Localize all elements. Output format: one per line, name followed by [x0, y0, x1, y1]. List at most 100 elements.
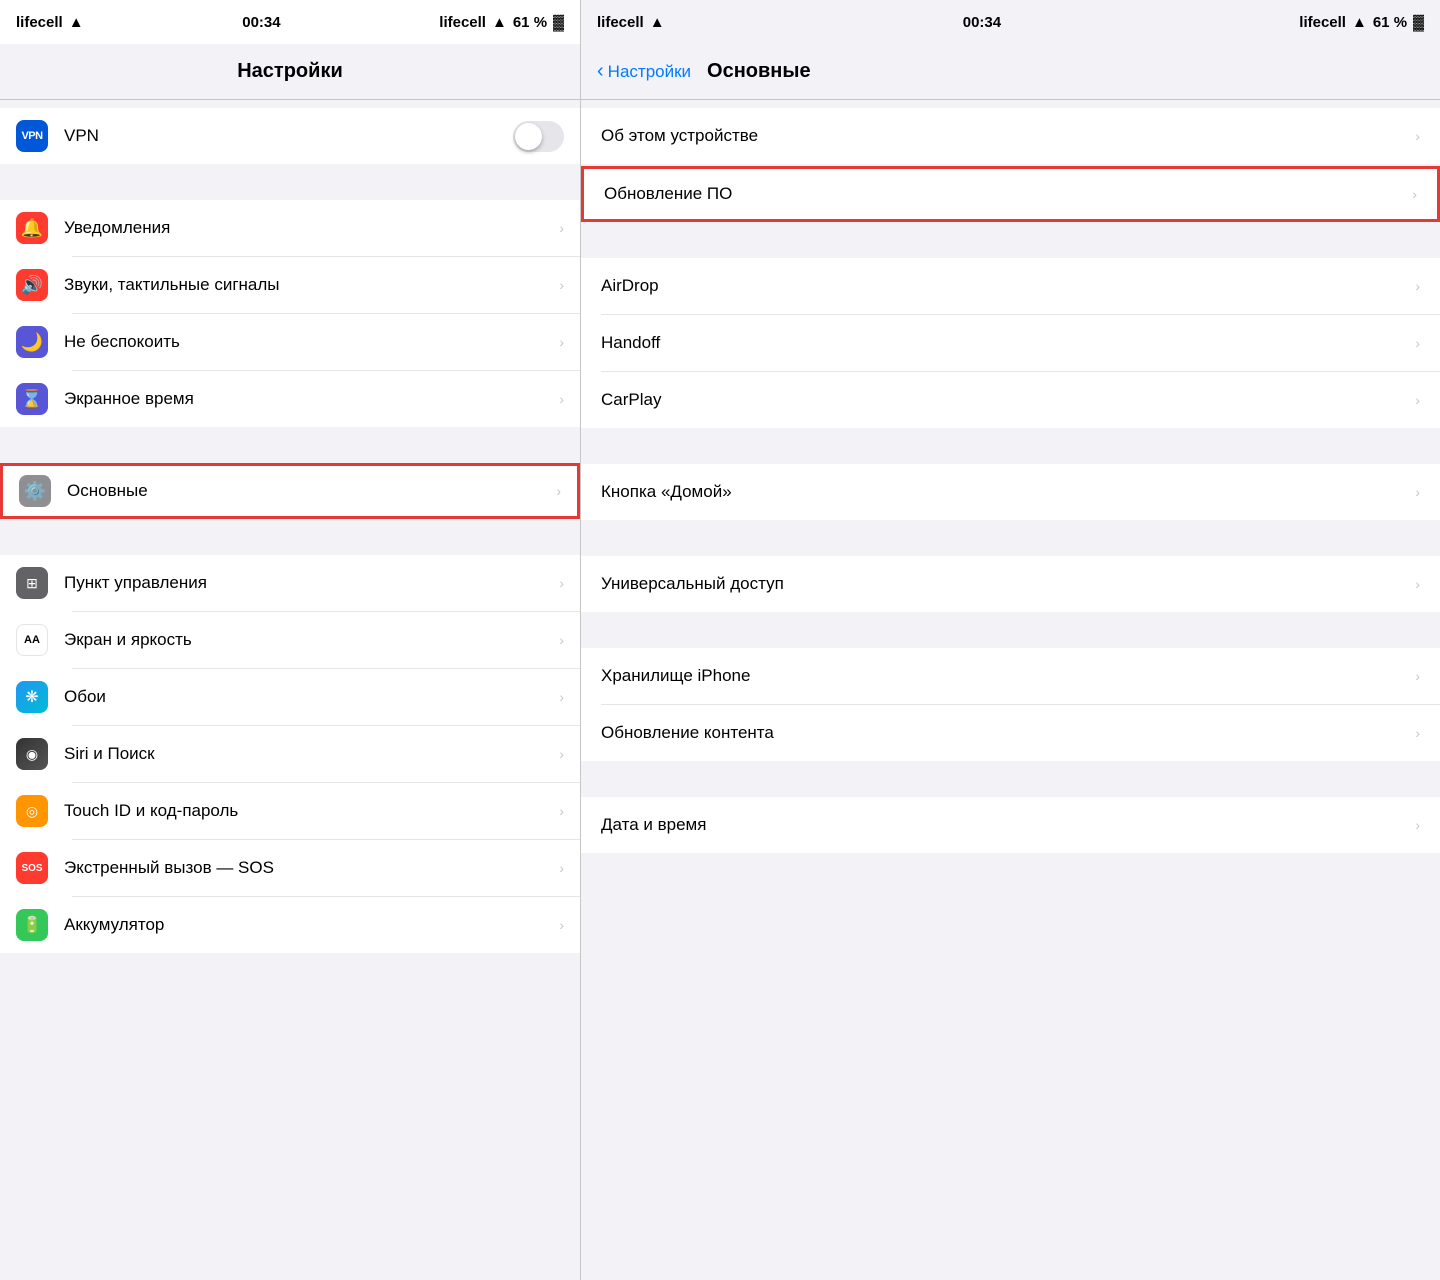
left-nav-bar: Настройки [0, 44, 580, 100]
settings-row-sounds[interactable]: 🔊 Звуки, тактильные сигналы › [0, 257, 580, 313]
left-carrier: lifecell [16, 14, 63, 31]
general-group: ⚙️ Основные › [0, 463, 580, 519]
right-update-group: Обновление ПО › [581, 166, 1440, 222]
settings-row-controlcenter[interactable]: ⊞ Пункт управления › [0, 555, 580, 611]
right-row-contentupdate[interactable]: Обновление контента › [581, 705, 1440, 761]
siri-icon: ◉ [16, 738, 48, 770]
right-about-chevron: › [1415, 128, 1420, 144]
left-panel: lifecell ▲ 00:34 lifecell ▲ 61 % ▓ Настр… [0, 0, 580, 1280]
sos-chevron: › [559, 860, 564, 876]
general-icon: ⚙️ [19, 475, 51, 507]
touchid-label: Touch ID и код-пароль [64, 801, 551, 821]
settings-row-wallpaper[interactable]: ❋ Обои › [0, 669, 580, 725]
right-homebutton-label: Кнопка «Домой» [601, 482, 1415, 502]
screentime-icon: ⌛ [16, 383, 48, 415]
right-contentupdate-chevron: › [1415, 725, 1420, 741]
touchid-icon: ◎ [16, 795, 48, 827]
right-sep-2 [581, 222, 1440, 258]
right-airdrop-label: AirDrop [601, 276, 1415, 296]
right-update-chevron: › [1412, 186, 1417, 202]
back-button[interactable]: ‹ Настройки [597, 60, 691, 83]
display-label: Экран и яркость [64, 630, 551, 650]
donotdisturb-icon: 🌙 [16, 326, 48, 358]
notifications-label: Уведомления [64, 218, 551, 238]
right-status-time: 00:34 [963, 14, 1001, 31]
right-carrier2: lifecell [1299, 14, 1346, 31]
right-wifi-icon: ▲ [650, 14, 665, 31]
right-status-left: lifecell ▲ [597, 14, 665, 31]
right-contentupdate-label: Обновление контента [601, 723, 1415, 743]
right-sep-4 [581, 520, 1440, 556]
general-label: Основные [67, 481, 548, 501]
right-row-accessibility[interactable]: Универсальный доступ › [581, 556, 1440, 612]
right-battery-icon: ▓ [1413, 14, 1424, 31]
settings-row-touchid[interactable]: ◎ Touch ID и код-пароль › [0, 783, 580, 839]
screentime-label: Экранное время [64, 389, 551, 409]
settings-row-siri[interactable]: ◉ Siri и Поиск › [0, 726, 580, 782]
left-wifi-icon2: ▲ [492, 14, 507, 31]
donotdisturb-chevron: › [559, 334, 564, 350]
right-storage-group: Хранилище iPhone › Обновление контента › [581, 648, 1440, 761]
right-row-carplay[interactable]: CarPlay › [581, 372, 1440, 428]
right-row-storage[interactable]: Хранилище iPhone › [581, 648, 1440, 704]
display-icon: AA [16, 624, 48, 656]
right-accessibility-chevron: › [1415, 576, 1420, 592]
touchid-chevron: › [559, 803, 564, 819]
more-group: ⊞ Пункт управления › AA Экран и яркость … [0, 555, 580, 953]
right-storage-chevron: › [1415, 668, 1420, 684]
right-row-handoff[interactable]: Handoff › [581, 315, 1440, 371]
right-datetime-label: Дата и время [601, 815, 1415, 835]
section-sep-1 [0, 164, 580, 200]
controlcenter-icon: ⊞ [16, 567, 48, 599]
right-row-airdrop[interactable]: AirDrop › [581, 258, 1440, 314]
right-handoff-chevron: › [1415, 335, 1420, 351]
right-top-spacer [581, 100, 1440, 108]
donotdisturb-label: Не беспокоить [64, 332, 551, 352]
right-status-right: lifecell ▲ 61 % ▓ [1299, 14, 1424, 31]
right-carplay-chevron: › [1415, 392, 1420, 408]
sounds-icon: 🔊 [16, 269, 48, 301]
sounds-label: Звуки, тактильные сигналы [64, 275, 551, 295]
left-status-bar: lifecell ▲ 00:34 lifecell ▲ 61 % ▓ [0, 0, 580, 44]
notifications-group: 🔔 Уведомления › 🔊 Звуки, тактильные сигн… [0, 200, 580, 427]
right-row-softwareupdate[interactable]: Обновление ПО › [581, 166, 1440, 222]
sos-icon: SOS [16, 852, 48, 884]
general-chevron: › [556, 483, 561, 499]
siri-label: Siri и Поиск [64, 744, 551, 764]
settings-row-sos[interactable]: SOS Экстренный вызов — SOS › [0, 840, 580, 896]
settings-row-vpn[interactable]: VPN VPN [0, 108, 580, 164]
right-about-label: Об этом устройстве [601, 126, 1415, 146]
left-status-right: lifecell ▲ 61 % ▓ [439, 14, 564, 31]
left-nav-title: Настройки [237, 60, 343, 83]
settings-row-battery[interactable]: 🔋 Аккумулятор › [0, 897, 580, 953]
right-battery: 61 % [1373, 14, 1407, 31]
left-status-time: 00:34 [242, 14, 280, 31]
controlcenter-chevron: › [559, 575, 564, 591]
right-airdrop-chevron: › [1415, 278, 1420, 294]
wallpaper-chevron: › [559, 689, 564, 705]
settings-row-screentime[interactable]: ⌛ Экранное время › [0, 371, 580, 427]
settings-row-notifications[interactable]: 🔔 Уведомления › [0, 200, 580, 256]
settings-row-display[interactable]: AA Экран и яркость › [0, 612, 580, 668]
section-sep-3 [0, 519, 580, 555]
right-update-label: Обновление ПО [604, 184, 1412, 204]
right-datetime-group: Дата и время › [581, 797, 1440, 853]
vpn-label: VPN [64, 126, 505, 146]
display-chevron: › [559, 632, 564, 648]
right-homebutton-group: Кнопка «Домой» › [581, 464, 1440, 520]
wallpaper-icon: ❋ [16, 681, 48, 713]
settings-row-donotdisturb[interactable]: 🌙 Не беспокоить › [0, 314, 580, 370]
section-sep-2 [0, 427, 580, 463]
right-sep-5 [581, 612, 1440, 648]
vpn-toggle[interactable] [513, 121, 564, 152]
notifications-chevron: › [559, 220, 564, 236]
right-row-datetime[interactable]: Дата и время › [581, 797, 1440, 853]
right-homebutton-chevron: › [1415, 484, 1420, 500]
left-settings-list: VPN VPN 🔔 Уведомления › 🔊 Звуки, тактиль… [0, 100, 580, 1280]
back-chevron-icon: ‹ [597, 60, 604, 83]
left-battery: 61 % [513, 14, 547, 31]
right-settings-list: Об этом устройстве › Обновление ПО › Air… [581, 100, 1440, 1280]
settings-row-general[interactable]: ⚙️ Основные › [0, 463, 580, 519]
right-row-about[interactable]: Об этом устройстве › [581, 108, 1440, 164]
right-row-homebutton[interactable]: Кнопка «Домой» › [581, 464, 1440, 520]
